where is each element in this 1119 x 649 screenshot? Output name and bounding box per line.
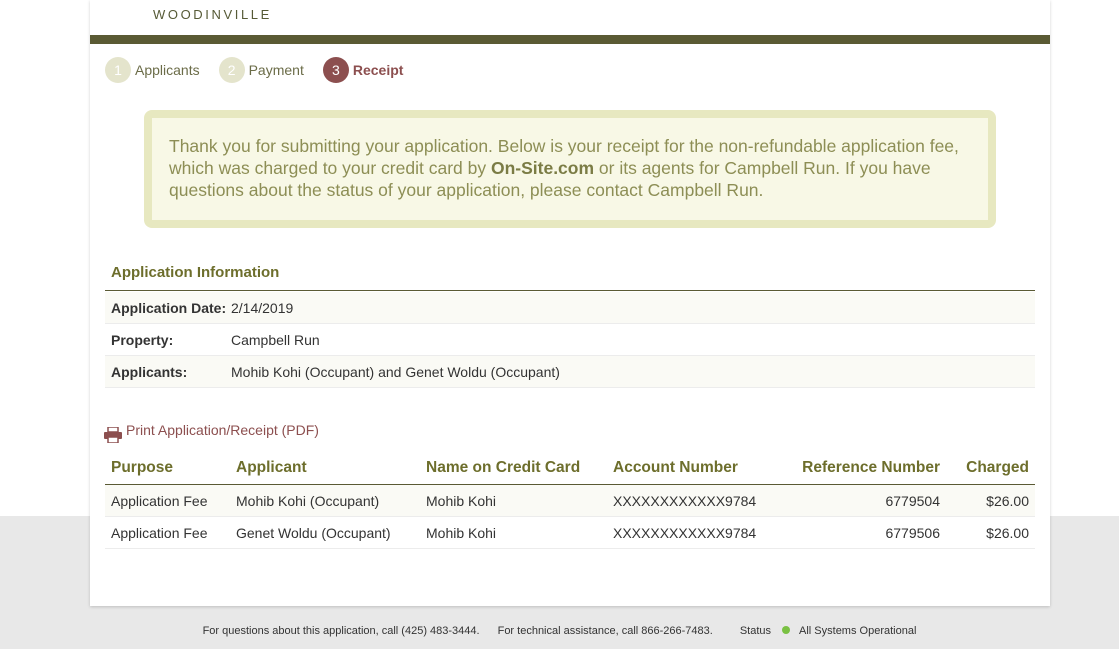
column-header-reference-number: Reference Number [769, 452, 946, 485]
cell-charged: $26.00 [946, 516, 1035, 549]
column-header-account-number: Account Number [607, 452, 769, 485]
table-row: Application Fee Genet Woldu (Occupant) M… [105, 516, 1035, 549]
cell-name-on-card: Mohib Kohi [420, 484, 607, 517]
charges-header-row: Purpose Applicant Name on Credit Card Ac… [105, 452, 1035, 485]
header-rule [90, 35, 1050, 44]
system-status[interactable]: Status All Systems Operational [731, 625, 917, 637]
info-row-date: Application Date: 2/14/2019 [105, 292, 1035, 324]
print-receipt-link[interactable]: Print Application/Receipt (PDF) [104, 422, 319, 443]
brand-logo-text: WOODINVILLE [153, 7, 272, 22]
step-applicants[interactable]: 1 Applicants [105, 57, 200, 83]
application-information-table: Application Date: 2/14/2019 Property: Ca… [105, 292, 1035, 388]
cell-applicant: Mohib Kohi (Occupant) [230, 484, 420, 517]
footer-technical-text: For technical assistance, call 866-266-7… [497, 625, 713, 637]
column-header-charged: Charged [946, 452, 1035, 485]
footer-questions-text: For questions about this application, ca… [202, 625, 480, 637]
info-value: 2/14/2019 [231, 299, 294, 316]
cell-charged: $26.00 [946, 484, 1035, 517]
step-label: Payment [248, 62, 304, 78]
info-row-property: Property: Campbell Run [105, 324, 1035, 356]
status-label: Status [739, 625, 772, 637]
step-receipt[interactable]: 3 Receipt [322, 57, 404, 83]
step-number: 3 [322, 57, 349, 83]
step-label: Applicants [135, 62, 200, 78]
column-header-applicant: Applicant [230, 452, 420, 485]
column-header-purpose: Purpose [105, 452, 230, 485]
info-value: Mohib Kohi (Occupant) and Genet Woldu (O… [231, 363, 560, 380]
info-label: Property: [111, 331, 174, 348]
info-label: Application Date: [111, 299, 227, 316]
step-label: Receipt [352, 62, 404, 78]
cell-name-on-card: Mohib Kohi [420, 516, 607, 549]
info-value: Campbell Run [231, 331, 320, 348]
info-label: Applicants: [111, 363, 188, 380]
cell-reference-number: 6779504 [769, 484, 946, 517]
cell-purpose: Application Fee [105, 484, 230, 517]
cell-purpose: Application Fee [105, 516, 230, 549]
cell-account-number: XXXXXXXXXXXX9784 [607, 484, 769, 517]
application-information-heading: Application Information [105, 264, 1035, 291]
charges-table: Purpose Applicant Name on Credit Card Ac… [105, 452, 1035, 549]
printer-icon [104, 427, 122, 443]
receipt-card: WOODINVILLE 1 Applicants 2 Payment 3 Rec… [90, 0, 1050, 606]
status-dot-icon [782, 626, 791, 634]
status-text: All Systems Operational [799, 625, 917, 637]
cell-applicant: Genet Woldu (Occupant) [230, 516, 420, 549]
footer: For questions about this application, ca… [0, 625, 1119, 637]
confirmation-notice: Thank you for submitting your applicatio… [144, 110, 996, 228]
table-row: Application Fee Mohib Kohi (Occupant) Mo… [105, 484, 1035, 517]
step-number: 1 [105, 57, 131, 83]
step-indicator: 1 Applicants 2 Payment 3 Receipt [105, 57, 422, 83]
notice-company-name: On-Site.com [490, 158, 595, 178]
cell-reference-number: 6779506 [769, 516, 946, 549]
column-header-name-on-card: Name on Credit Card [420, 452, 607, 485]
info-row-applicants: Applicants: Mohib Kohi (Occupant) and Ge… [105, 356, 1035, 388]
step-number: 2 [218, 57, 245, 83]
print-link-label: Print Application/Receipt (PDF) [126, 422, 319, 438]
confirmation-message: Thank you for submitting your applicatio… [152, 118, 988, 220]
cell-account-number: XXXXXXXXXXXX9784 [607, 516, 769, 549]
step-payment[interactable]: 2 Payment [218, 57, 304, 83]
